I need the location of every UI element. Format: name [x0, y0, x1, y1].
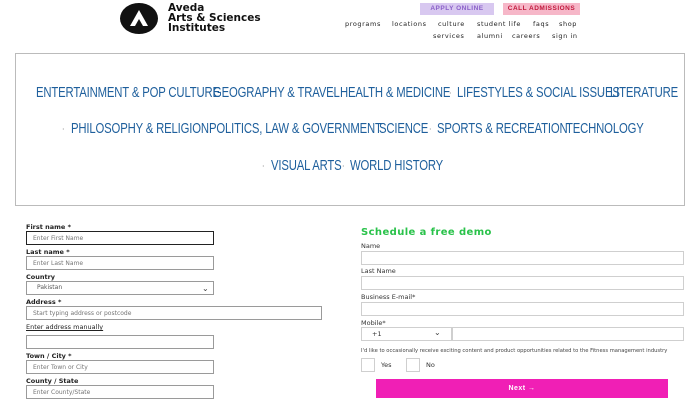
nav-student-life[interactable]: student life: [477, 20, 521, 28]
enter-address-manually-link[interactable]: Enter address manually: [26, 323, 103, 331]
page: Aveda Arts & Sciences Institutes APPLY O…: [0, 0, 700, 400]
topic-separator: ·: [601, 89, 604, 98]
demo-last-name-input[interactable]: [361, 276, 684, 290]
consent-yes-radio[interactable]: [361, 358, 375, 372]
town-label: Town / City *: [26, 352, 72, 360]
topic-separator: ·: [342, 162, 345, 171]
nav-locations[interactable]: locations: [392, 20, 427, 28]
topics-panel: ENTERTAINMENT & POP CULTURE · GEOGRAPHY …: [15, 53, 685, 206]
topic-separator: ·: [201, 125, 204, 134]
address-manual-input[interactable]: [26, 335, 214, 349]
topic-science[interactable]: SCIENCE: [379, 121, 428, 137]
brand-line-3: Institutes: [168, 22, 226, 34]
name-label: Name: [361, 242, 381, 250]
county-input[interactable]: [26, 385, 214, 399]
nav-shop[interactable]: shop: [559, 20, 577, 28]
topic-technology[interactable]: TECHNOLOGY: [566, 121, 644, 137]
topic-entertainment[interactable]: ENTERTAINMENT & POP CULTURE: [36, 85, 220, 101]
address-label: Address *: [26, 298, 62, 306]
town-input[interactable]: [26, 360, 214, 374]
topic-separator: ·: [449, 89, 452, 98]
apply-online-button[interactable]: APPLY ONLINE: [420, 3, 494, 15]
next-button[interactable]: Next →: [376, 379, 668, 398]
business-email-input[interactable]: [361, 302, 684, 316]
first-name-input[interactable]: [26, 231, 214, 245]
topic-separator: ·: [62, 125, 65, 134]
country-label: Country: [26, 273, 56, 281]
topic-sports[interactable]: SPORTS & RECREATION: [437, 121, 568, 137]
nav-services[interactable]: services: [433, 32, 464, 40]
topic-world-history[interactable]: WORLD HISTORY: [350, 158, 443, 174]
name-input[interactable]: [361, 251, 684, 265]
nav-culture[interactable]: culture: [438, 20, 465, 28]
country-select[interactable]: Pakistan ⌄: [26, 281, 214, 295]
topic-separator: ·: [371, 125, 374, 134]
topic-philosophy[interactable]: PHILOSOPHY & RELIGION: [71, 121, 209, 137]
nav-sign-in[interactable]: sign in: [552, 32, 578, 40]
consent-yes-label: Yes: [381, 361, 392, 369]
county-label: County / State: [26, 377, 79, 385]
last-name-input[interactable]: [26, 256, 214, 270]
chevron-down-icon: ⌄: [202, 284, 209, 293]
chevron-down-icon: ⌄: [434, 328, 441, 337]
nav-faqs[interactable]: faqs: [533, 20, 549, 28]
nav-programs[interactable]: programs: [345, 20, 381, 28]
topic-geography[interactable]: GEOGRAPHY & TRAVEL: [213, 85, 340, 101]
topic-politics[interactable]: POLITICS, LAW & GOVERNMENT: [209, 121, 382, 137]
topic-visual-arts[interactable]: VISUAL ARTS: [271, 158, 342, 174]
demo-form-title: Schedule a free demo: [361, 227, 492, 238]
topic-lifestyles[interactable]: LIFESTYLES & SOCIAL ISSUES: [457, 85, 620, 101]
nav-careers[interactable]: careers: [512, 32, 540, 40]
topic-separator: ·: [557, 125, 560, 134]
topic-literature[interactable]: LITERATURE: [610, 85, 678, 101]
consent-no-label: No: [426, 361, 435, 369]
topic-health[interactable]: HEALTH & MEDICINE: [340, 85, 450, 101]
topic-separator: ·: [262, 162, 265, 171]
aveda-logo-icon[interactable]: [120, 3, 158, 34]
brand-name[interactable]: Aveda Arts & Sciences Institutes: [168, 3, 261, 34]
mobile-number-input[interactable]: [452, 327, 684, 341]
topic-separator: ·: [429, 125, 432, 134]
consent-no-radio[interactable]: [406, 358, 420, 372]
first-name-label: First name *: [26, 223, 71, 231]
last-name-label: Last name *: [26, 248, 70, 256]
call-admissions-button[interactable]: CALL ADMISSIONS: [503, 3, 580, 15]
address-input[interactable]: [26, 306, 322, 320]
demo-last-name-label: Last Name: [361, 267, 396, 275]
topic-separator: ·: [205, 89, 208, 98]
nav-alumni[interactable]: alumni: [477, 32, 503, 40]
topic-separator: ·: [332, 89, 335, 98]
mobile-code-value: +1: [372, 330, 382, 338]
consent-text: I'd like to occasionally receive excitin…: [361, 348, 668, 354]
mobile-country-code-select[interactable]: +1 ⌄: [361, 327, 452, 341]
business-email-label: Business E-mail*: [361, 293, 416, 301]
country-value: Pakistan: [37, 284, 63, 291]
mobile-label: Mobile*: [361, 319, 386, 327]
